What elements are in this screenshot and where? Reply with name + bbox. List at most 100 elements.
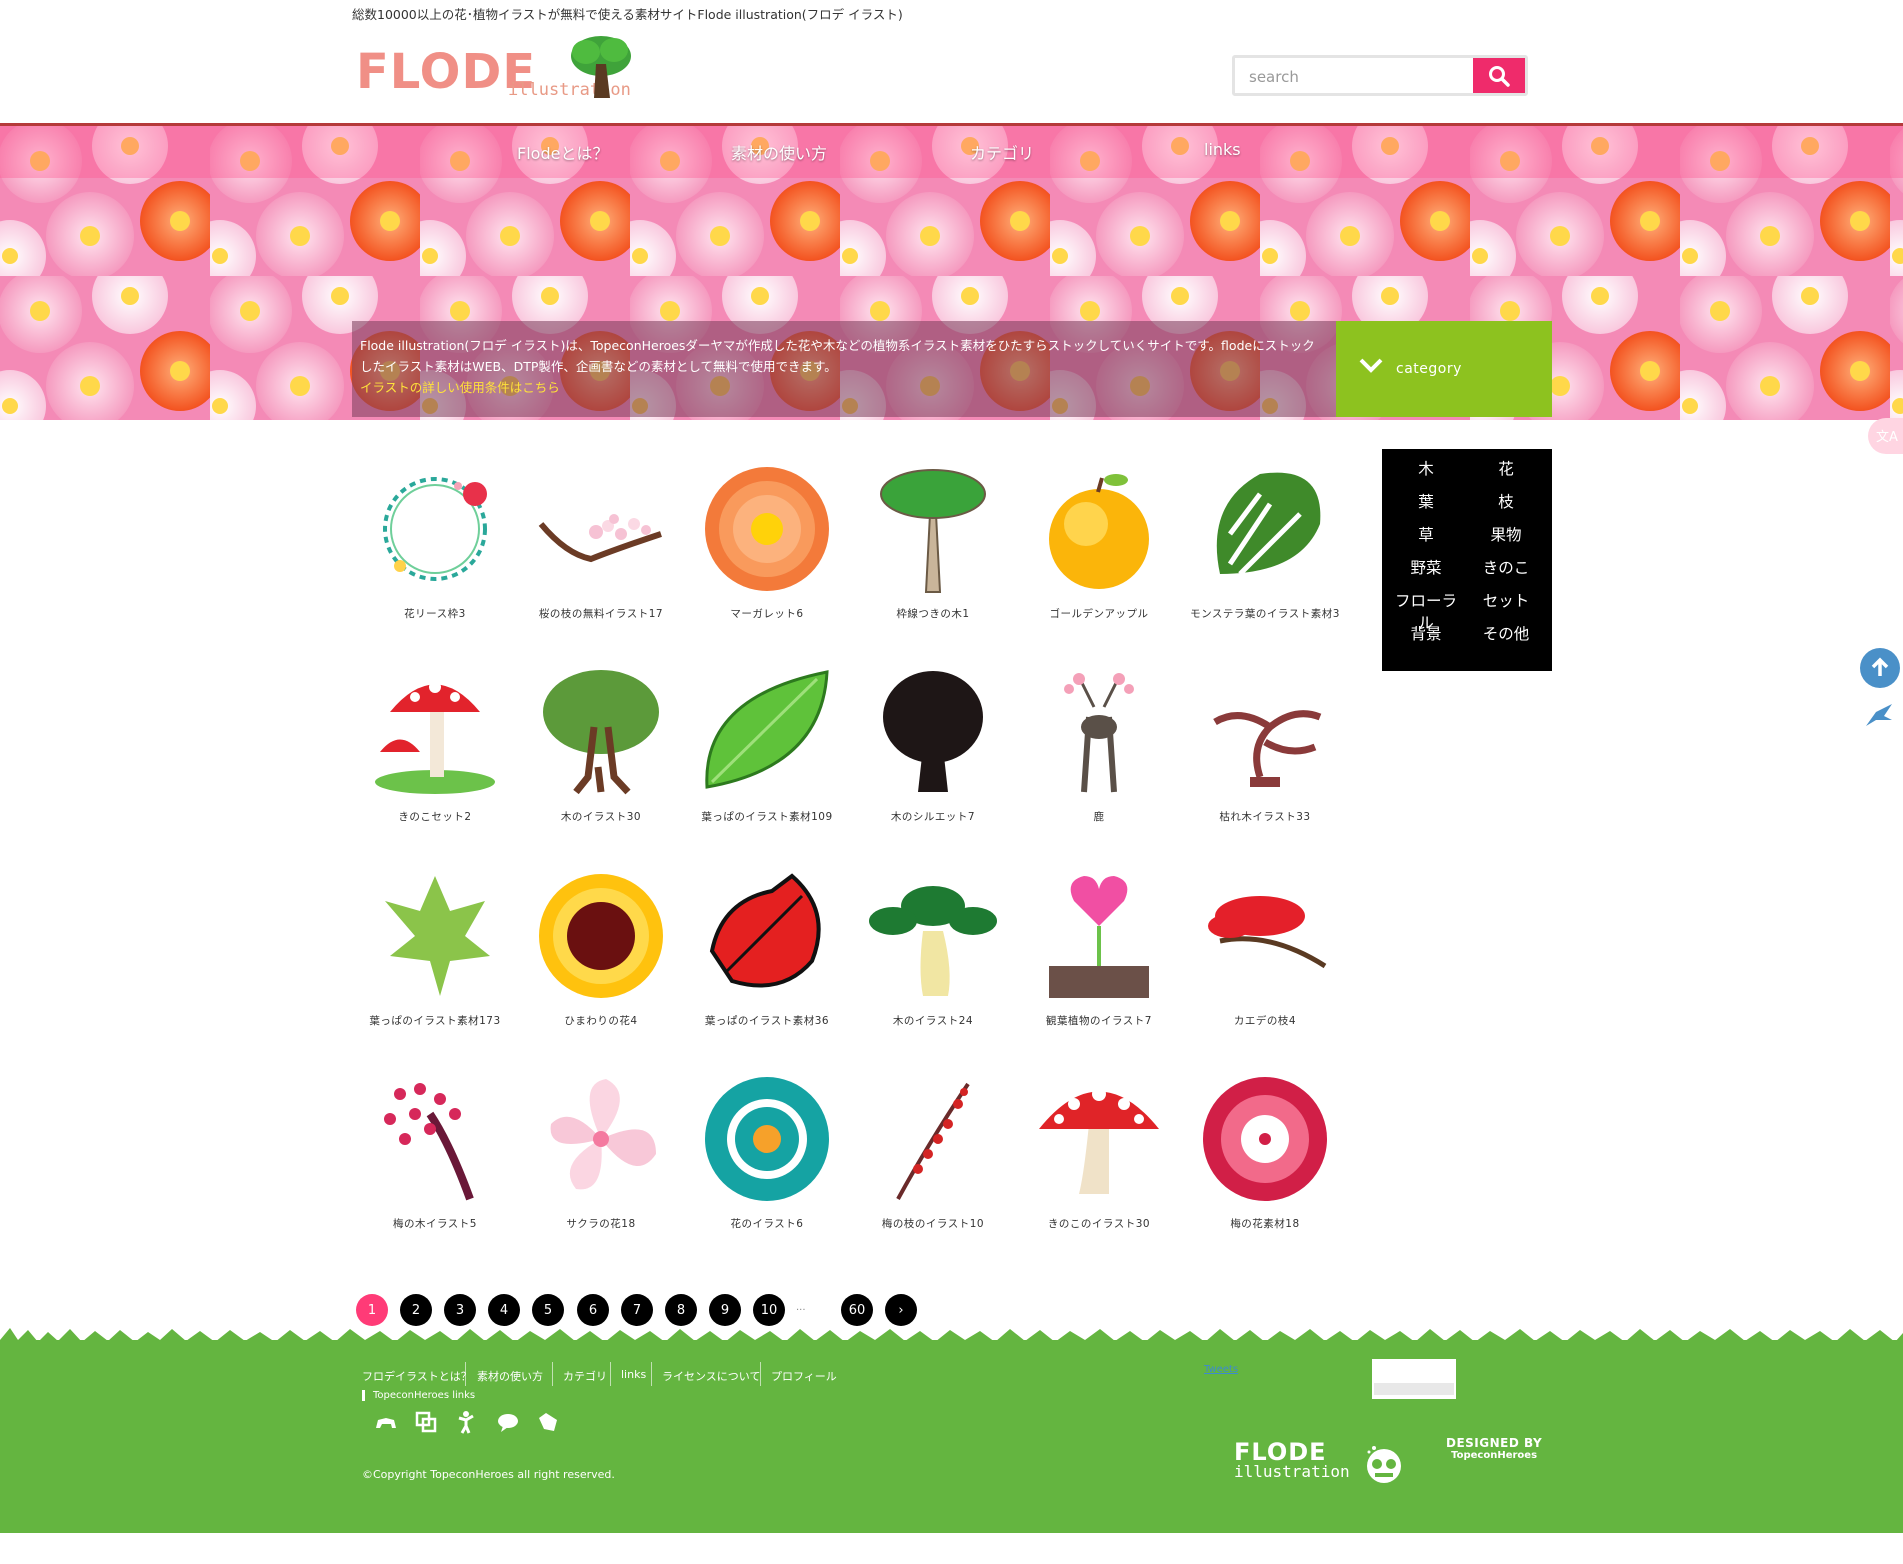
nav-usage[interactable]: 素材の使い方: [731, 140, 827, 164]
category-flower[interactable]: 花: [1468, 457, 1544, 479]
footer-link-category[interactable]: カテゴリ: [563, 1368, 607, 1384]
page-7-button[interactable]: 7: [621, 1294, 653, 1326]
footer-link-profile[interactable]: プロフィール: [771, 1368, 837, 1384]
search-icon: [1489, 65, 1510, 87]
illustration-item[interactable]: マーガレット6: [684, 464, 850, 644]
item-label: 木のイラスト30: [560, 811, 642, 823]
category-background[interactable]: 背景: [1388, 622, 1464, 644]
page-8-button[interactable]: 8: [665, 1294, 697, 1326]
illustration-item[interactable]: 梅の花素材18: [1182, 1074, 1348, 1254]
footer-divider: [651, 1362, 652, 1386]
footer-link-links[interactable]: links: [621, 1368, 646, 1381]
nav-about[interactable]: Flodeとは？: [517, 140, 608, 164]
page-1-button[interactable]: 1: [356, 1294, 388, 1326]
illustration-item[interactable]: 葉っぱのイラスト素材109: [684, 667, 850, 847]
page-6-button[interactable]: 6: [577, 1294, 609, 1326]
category-branch[interactable]: 枝: [1468, 490, 1544, 512]
illustration-item[interactable]: 葉っぱのイラスト素材173: [352, 871, 518, 1051]
copy-icon[interactable]: [414, 1410, 438, 1434]
sakura-flower-icon: [550, 1079, 656, 1190]
outlined-tree-icon: [880, 469, 986, 593]
tree-logo-icon: [571, 36, 631, 98]
page-10-button[interactable]: 10: [753, 1294, 785, 1326]
pagination-ellipsis: ...: [796, 1302, 806, 1313]
site-logo[interactable]: FLODE illustration: [356, 36, 636, 106]
illustration-item[interactable]: 木のシルエット7: [850, 667, 1016, 847]
designer-name: TopeconHeroes: [1451, 1450, 1538, 1462]
intro-panel: Flode illustration(フロデ イラスト)は、TopeconHer…: [352, 321, 1336, 417]
footer-link-about[interactable]: フロデイラストとは？: [362, 1368, 472, 1384]
tree-with-roots-icon: [543, 670, 659, 795]
category-set[interactable]: セット: [1468, 589, 1544, 611]
item-label: 葉っぱのイラスト素材173: [369, 1015, 501, 1027]
page-4-button[interactable]: 4: [488, 1294, 520, 1326]
maple-branch-icon: [1208, 896, 1327, 969]
illustration-item[interactable]: ゴールデンアップル: [1016, 464, 1182, 644]
wreath-icon: [383, 477, 487, 581]
page-5-button[interactable]: 5: [532, 1294, 564, 1326]
nav-category[interactable]: カテゴリ: [970, 140, 1034, 164]
tag-icon[interactable]: [536, 1410, 560, 1434]
category-tree[interactable]: 木: [1388, 457, 1464, 479]
illustration-item[interactable]: 木のイラスト24: [850, 871, 1016, 1051]
footer-divider: [760, 1362, 761, 1386]
search-button[interactable]: [1473, 58, 1525, 93]
next-page-button[interactable]: ›: [885, 1294, 917, 1326]
category-leaf[interactable]: 葉: [1388, 490, 1464, 512]
widget-scrollbar[interactable]: [1374, 1383, 1454, 1395]
page-last-button[interactable]: 60: [841, 1294, 873, 1326]
page-9-button[interactable]: 9: [709, 1294, 741, 1326]
figure-icon[interactable]: [454, 1410, 478, 1434]
page-2-button[interactable]: 2: [400, 1294, 432, 1326]
pine-tree-icon: [869, 886, 997, 996]
category-mushroom[interactable]: きのこ: [1468, 556, 1544, 578]
translate-tab[interactable]: 文A: [1868, 418, 1903, 454]
illustration-item[interactable]: 花のイラスト6: [684, 1074, 850, 1254]
illustration-item[interactable]: ひまわりの花4: [518, 871, 684, 1051]
item-label: カエデの枝4: [1233, 1015, 1297, 1027]
illustration-item[interactable]: カエデの枝4: [1182, 871, 1348, 1051]
illustration-item[interactable]: 観葉植物のイラスト7: [1016, 871, 1182, 1051]
footer-link-usage[interactable]: 素材の使い方: [477, 1368, 543, 1384]
teal-flower-icon: [705, 1077, 829, 1201]
footer-divider: [552, 1362, 553, 1386]
red-leaf-icon: [709, 873, 821, 988]
chat-bubble-icon[interactable]: [496, 1410, 520, 1434]
footer-divider: [465, 1362, 466, 1386]
twitter-link[interactable]: Tweets: [1204, 1364, 1238, 1375]
illustration-item[interactable]: 枠線つきの木1: [850, 464, 1016, 644]
illustration-item[interactable]: 鹿: [1016, 667, 1182, 847]
category-fruit[interactable]: 果物: [1468, 523, 1544, 545]
search-input[interactable]: [1247, 64, 1471, 90]
page-3-button[interactable]: 3: [444, 1294, 476, 1326]
site-tagline: 総数10000以上の花･植物イラストが無料で使える素材サイトFlode illu…: [352, 7, 903, 22]
illustration-item[interactable]: 花リース枠3: [352, 464, 518, 644]
rhino-icon[interactable]: [374, 1410, 398, 1434]
scroll-widget[interactable]: [1372, 1359, 1456, 1399]
illustration-item[interactable]: 梅の枝のイラスト10: [850, 1074, 1016, 1254]
plum-branch-icon: [896, 1082, 970, 1200]
flode-footer-sub: illustration: [1234, 1462, 1350, 1481]
usage-terms-link[interactable]: イラストの詳しい使用条件はこちら: [360, 380, 560, 395]
illustration-item[interactable]: 枯れ木イラスト33: [1182, 667, 1348, 847]
item-label: きのこのイラスト30: [1047, 1218, 1151, 1230]
main-nav: Flodeとは？ 素材の使い方 カテゴリ links: [0, 126, 1903, 178]
footer-link-license[interactable]: ライセンスについて: [662, 1368, 760, 1384]
illustration-item[interactable]: サクラの花18: [518, 1074, 684, 1254]
category-list: 木 花 葉 枝 草 果物 野菜 きのこ フローラル セット 背景 その他: [1382, 449, 1552, 671]
category-grass[interactable]: 草: [1388, 523, 1464, 545]
illustration-item[interactable]: 葉っぱのイラスト素材36: [684, 871, 850, 1051]
illustration-item[interactable]: 木のイラスト30: [518, 667, 684, 847]
illustration-item[interactable]: きのこセット2: [352, 667, 518, 847]
mascot-icon: [1367, 1446, 1401, 1483]
category-vegetable[interactable]: 野菜: [1388, 556, 1464, 578]
nav-links[interactable]: links: [1204, 140, 1241, 159]
category-other[interactable]: その他: [1468, 622, 1544, 644]
illustration-item[interactable]: モンステラ葉のイラスト素材3: [1182, 464, 1348, 644]
category-toggle-button[interactable]: category: [1336, 321, 1552, 417]
illustration-item[interactable]: きのこのイラスト30: [1016, 1074, 1182, 1254]
scroll-to-top-button[interactable]: [1860, 648, 1900, 688]
illustration-item[interactable]: 梅の木イラスト5: [352, 1074, 518, 1254]
green-leaf-icon: [705, 670, 829, 789]
illustration-item[interactable]: 桜の枝の無料イラスト17: [518, 464, 684, 644]
